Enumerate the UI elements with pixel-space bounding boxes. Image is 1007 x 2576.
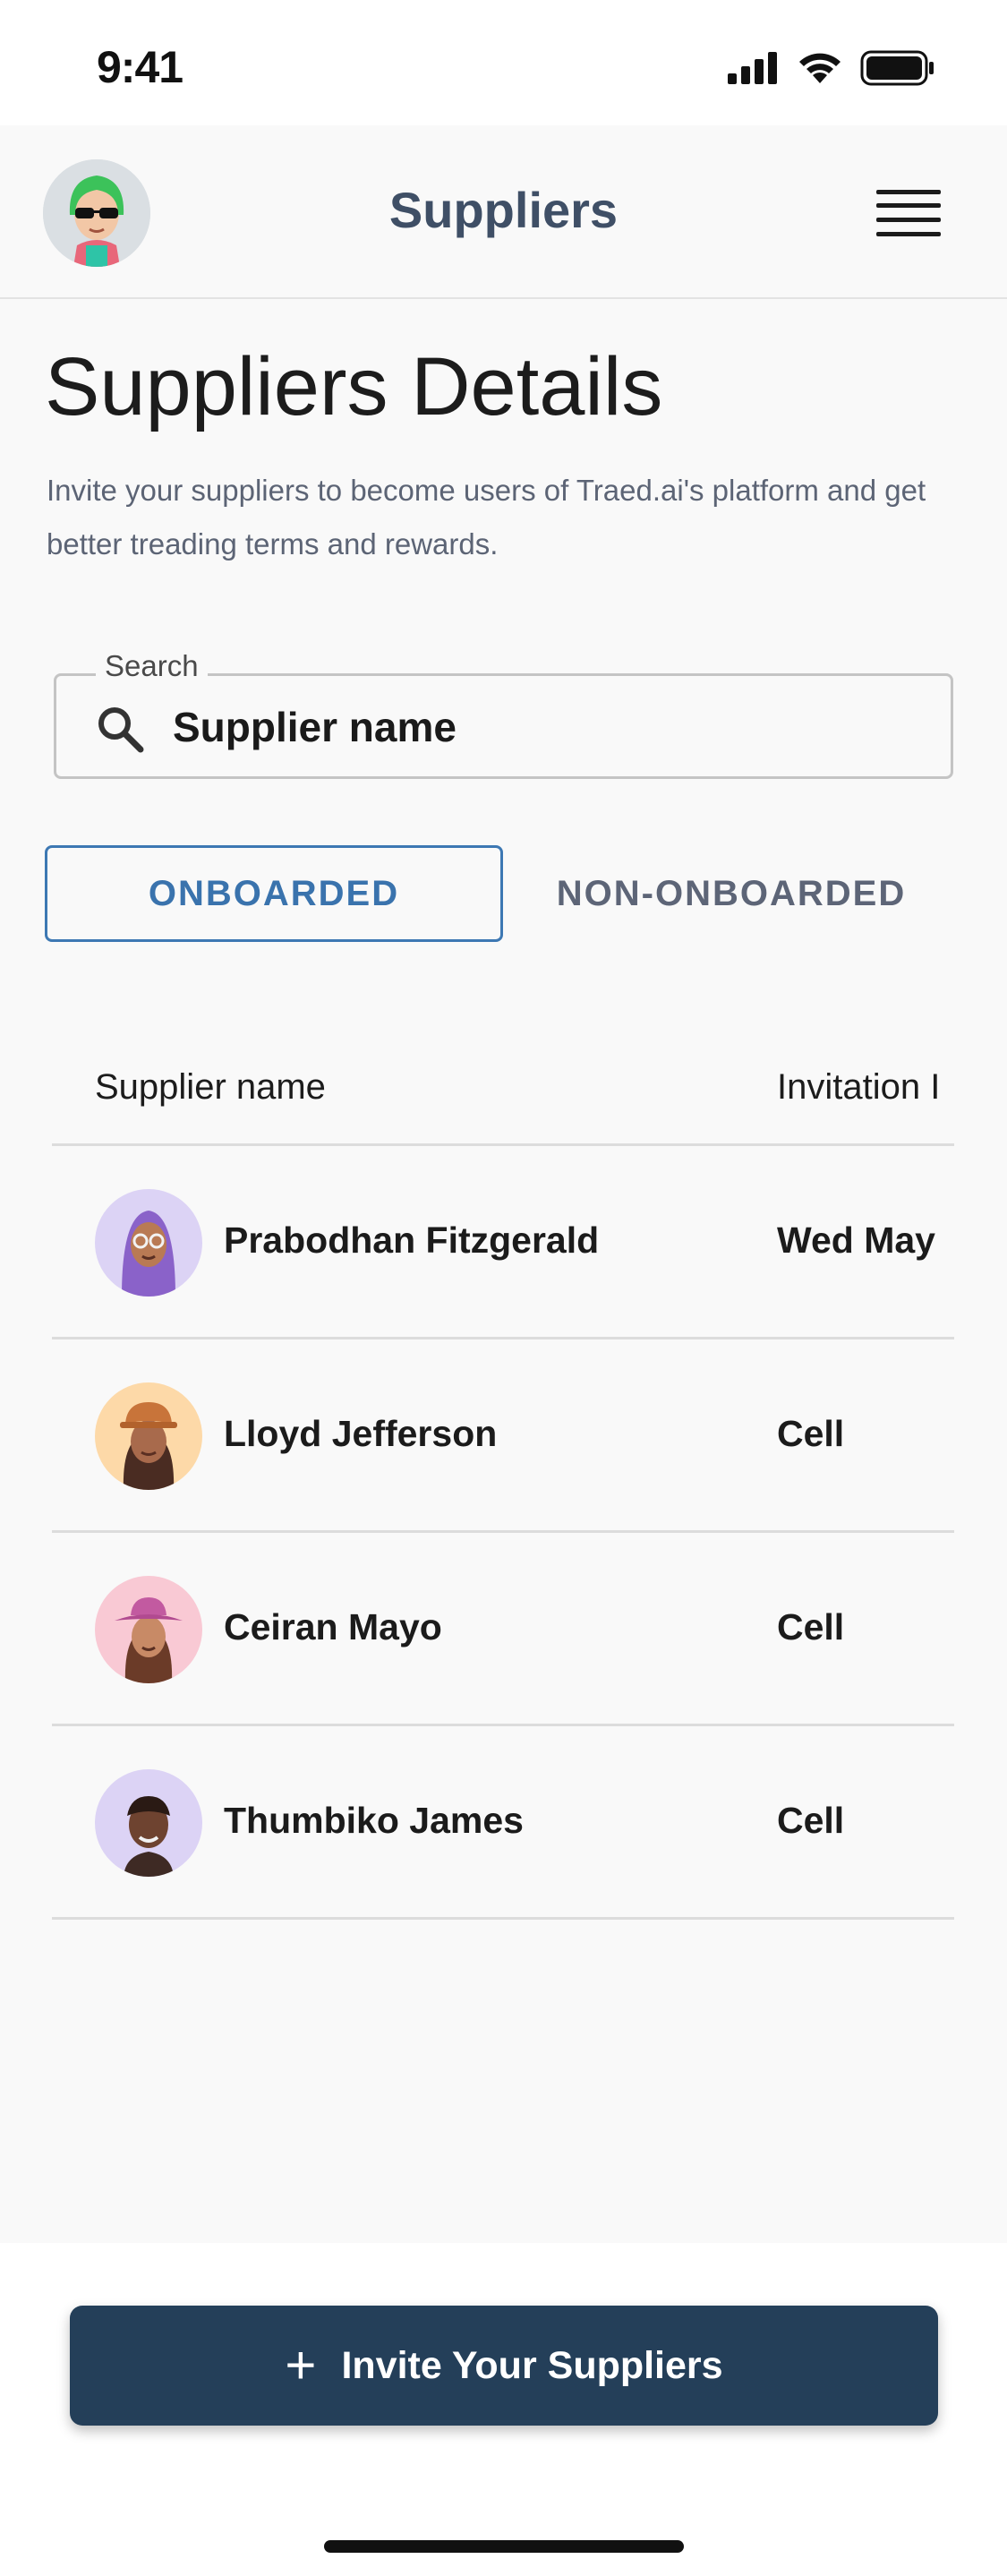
invite-button-label: Invite Your Suppliers — [341, 2343, 723, 2387]
status-time: 9:41 — [97, 42, 183, 92]
supplier-avatar — [95, 1189, 202, 1297]
invite-suppliers-button[interactable]: + Invite Your Suppliers — [70, 2306, 938, 2426]
page-title: Suppliers Details — [45, 341, 663, 432]
supplier-invitation: Cell — [777, 1413, 845, 1454]
supplier-avatar-image — [95, 1769, 202, 1877]
bottom-action-area: + Invite Your Suppliers — [0, 2243, 1007, 2576]
table-header: Supplier name Invitation I — [52, 1030, 954, 1146]
supplier-name: Lloyd Jefferson — [224, 1413, 498, 1454]
supplier-invitation: Cell — [777, 1606, 845, 1647]
search-input[interactable] — [173, 696, 925, 758]
wifi-icon — [799, 53, 841, 83]
main-content: Suppliers Suppliers Details Invite your … — [0, 125, 1007, 2243]
status-icons — [728, 50, 935, 86]
supplier-avatar — [95, 1576, 202, 1683]
supplier-invitation: Cell — [777, 1800, 845, 1841]
page-description: Invite your suppliers to become users of… — [47, 474, 926, 561]
suppliers-table: Supplier name Invitation I Prabodhan Fit… — [52, 1030, 954, 1920]
home-indicator[interactable] — [324, 2540, 684, 2553]
column-header-invitation[interactable]: Invitation I — [777, 1067, 954, 1108]
supplier-avatar — [95, 1382, 202, 1490]
signal-icon — [728, 52, 777, 84]
table-row[interactable]: Ceiran Mayo Cell — [52, 1533, 954, 1726]
supplier-avatar — [95, 1769, 202, 1877]
table-row[interactable]: Lloyd Jefferson Cell — [52, 1339, 954, 1533]
hamburger-menu-icon[interactable] — [876, 190, 941, 236]
search-label: Search — [96, 649, 208, 683]
status-bar: 9:41 — [0, 0, 1007, 125]
supplier-invitation: Wed May — [777, 1220, 935, 1261]
header-title: Suppliers — [388, 182, 619, 238]
supplier-name: Thumbiko James — [224, 1800, 524, 1841]
supplier-avatar-image — [95, 1382, 202, 1490]
supplier-avatar-image — [95, 1576, 202, 1683]
plus-icon: + — [285, 2335, 317, 2395]
column-header-supplier-name[interactable]: Supplier name — [95, 1067, 326, 1108]
tab-non-onboarded[interactable]: NON-ONBOARDED — [503, 845, 960, 942]
battery-icon — [860, 50, 934, 86]
tab-onboarded[interactable]: ONBOARDED — [45, 845, 503, 942]
table-row[interactable]: Prabodhan Fitzgerald Wed May — [52, 1146, 954, 1339]
search-icon — [98, 707, 144, 753]
search-field[interactable]: Search — [54, 649, 953, 779]
supplier-avatar-image — [95, 1189, 202, 1297]
top-app-bar: Suppliers — [0, 125, 1007, 299]
table-row[interactable]: Thumbiko James Cell — [52, 1726, 954, 1920]
supplier-name: Prabodhan Fitzgerald — [224, 1220, 600, 1261]
supplier-name: Ceiran Mayo — [224, 1606, 442, 1647]
